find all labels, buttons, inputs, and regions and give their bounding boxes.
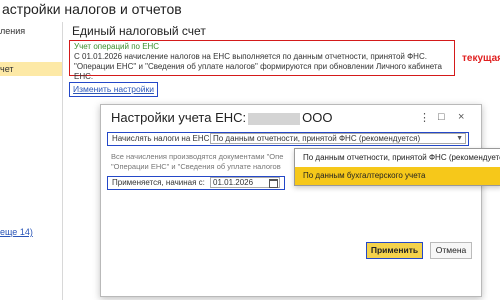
start-date-value: 01.01.2026 [213, 178, 254, 187]
close-icon[interactable]: × [458, 111, 464, 123]
calendar-icon[interactable] [269, 179, 278, 188]
left-navigation-panel: ления чет еще 14) [0, 22, 63, 300]
chevron-down-icon[interactable]: ▼ [456, 134, 463, 143]
left-nav-item[interactable]: ления [0, 26, 25, 36]
left-nav-item-selected[interactable]: чет [0, 62, 62, 76]
side-note-label: текущая [462, 53, 500, 64]
info-box-line: "Операции ЕНС" и "Сведения об уплате нал… [74, 62, 442, 81]
dialog-title-suffix: ООО [302, 110, 333, 125]
accrual-method-dropdown: По данным отчетности, принятой ФНС (реко… [294, 148, 500, 186]
apply-button[interactable]: Применить [366, 242, 423, 259]
ens-settings-dialog: Настройки учета ЕНС: ООО ⋮ □ × Начислять … [100, 104, 482, 297]
dropdown-option-fns[interactable]: По данным отчетности, принятой ФНС (реко… [295, 149, 500, 167]
more-actions-icon[interactable]: ⋮ [419, 111, 430, 124]
accrual-note-line: Все начисления производятся документами … [111, 152, 284, 161]
info-box-line: С 01.01.2026 начисление налогов на ЕНС в… [74, 52, 427, 61]
ens-info-box: Учет операций по ЕНС С 01.01.2026 начисл… [69, 40, 455, 81]
maximize-icon[interactable]: □ [438, 111, 445, 123]
accrual-method-select[interactable]: По данным отчетности, принятой ФНС (реко… [210, 133, 466, 144]
change-settings-link[interactable]: Изменить настройки [69, 82, 158, 97]
accrual-method-label: Начислять налоги на ЕНС: [112, 134, 212, 143]
accrual-method-value: По данным отчетности, принятой ФНС (реко… [213, 134, 421, 143]
accrual-method-row: Начислять налоги на ЕНС: По данным отчет… [107, 132, 469, 146]
start-date-input[interactable]: 01.01.2026 [210, 177, 280, 188]
info-box-title: Учет операций по ЕНС [74, 42, 160, 51]
page-title: астройки налогов и отчетов [2, 1, 182, 17]
accrual-note-line: "Операции ЕНС" и "Сведения об уплате нал… [111, 162, 281, 171]
dropdown-option-accounting[interactable]: По данным бухгалтерского учета [295, 167, 500, 185]
accrual-note: Все начисления производятся документами … [111, 152, 297, 172]
start-date-label: Применяется, начиная с: [112, 178, 205, 187]
section-title: Единый налоговый счет [72, 24, 206, 38]
dialog-title: Настройки учета ЕНС: ООО [111, 110, 332, 125]
cancel-button[interactable]: Отмена [430, 242, 472, 259]
start-date-row: Применяется, начиная с: 01.01.2026 [107, 176, 285, 190]
redacted-company-name [248, 112, 301, 125]
dialog-title-prefix: Настройки учета ЕНС: [111, 110, 247, 125]
left-nav-more-link[interactable]: еще 14) [0, 227, 33, 237]
